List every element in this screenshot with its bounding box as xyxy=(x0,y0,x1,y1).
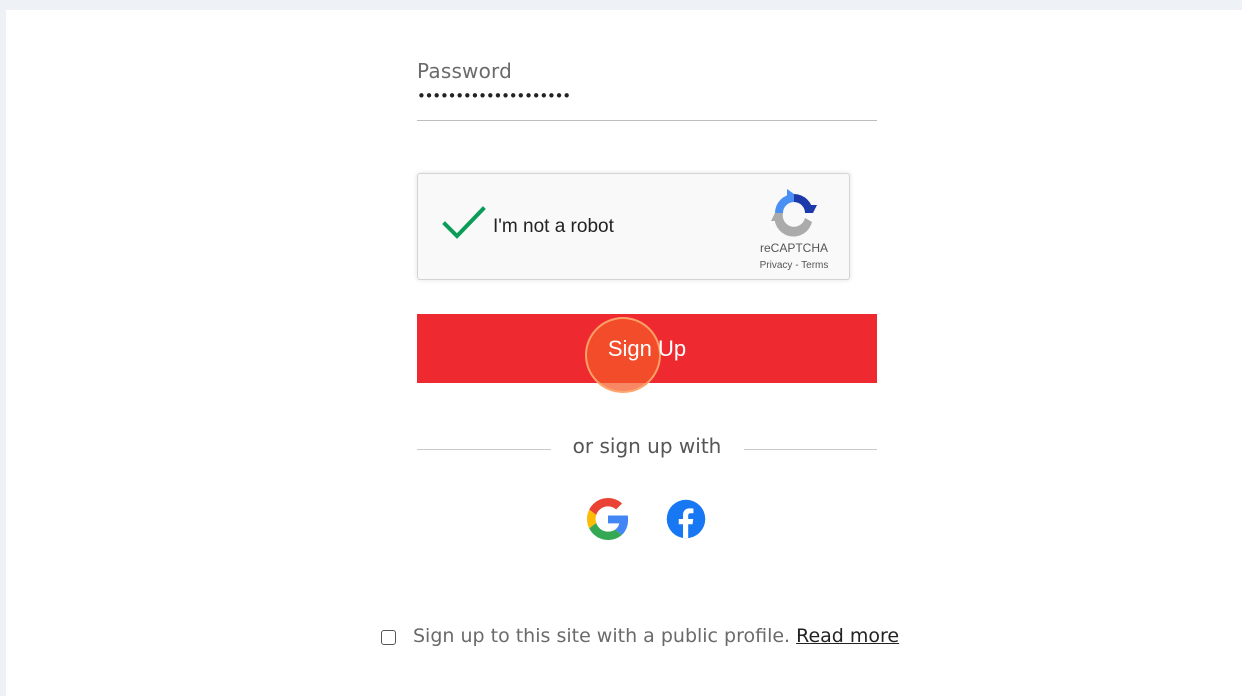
facebook-icon[interactable] xyxy=(665,498,707,540)
public-profile-text: Sign up to this site with a public profi… xyxy=(413,625,791,647)
recaptcha-widget[interactable]: I'm not a robot reCAPTCHA Privacy - Term… xyxy=(417,173,850,280)
sign-up-button[interactable] xyxy=(417,314,877,383)
recaptcha-terms-link[interactable]: Terms xyxy=(801,260,828,271)
divider-text: or sign up with xyxy=(572,434,722,458)
google-icon[interactable] xyxy=(587,498,629,540)
recaptcha-privacy-link[interactable]: Privacy xyxy=(760,260,793,271)
recaptcha-label: I'm not a robot xyxy=(493,216,614,237)
recaptcha-logo-icon xyxy=(771,189,817,237)
public-profile-checkbox[interactable] xyxy=(381,630,396,645)
divider-line-right xyxy=(744,449,877,450)
recaptcha-link-separator: - xyxy=(792,260,802,271)
recaptcha-links: Privacy - Terms xyxy=(744,260,844,271)
checkmark-icon[interactable] xyxy=(442,206,486,242)
recaptcha-brand: reCAPTCHA xyxy=(759,241,828,255)
password-underline xyxy=(417,120,877,121)
password-input[interactable]: •••••••••••••••••••• xyxy=(417,86,571,106)
read-more-link[interactable]: Read more xyxy=(796,625,899,647)
public-profile-label: Sign up to this site with a public profi… xyxy=(413,625,899,647)
password-label: Password xyxy=(417,59,513,83)
